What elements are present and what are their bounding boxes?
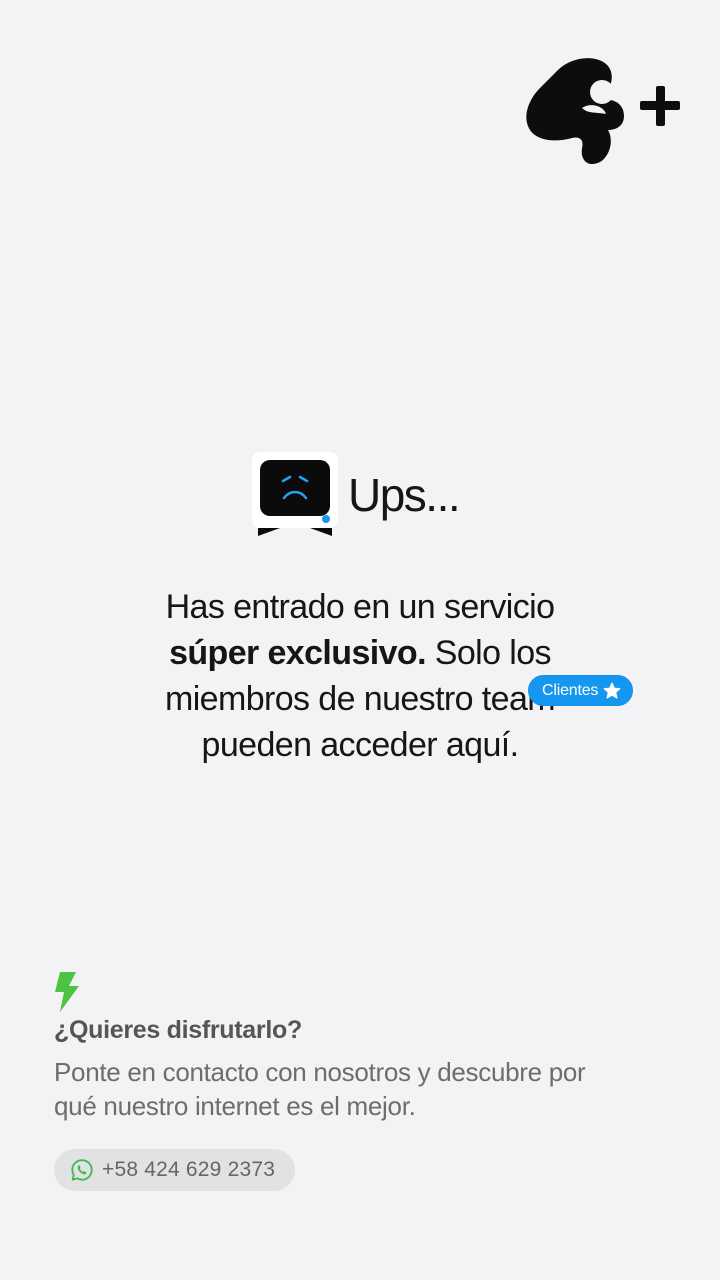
whatsapp-icon	[71, 1159, 93, 1181]
whatsapp-contact-button[interactable]: +58 424 629 2373	[54, 1149, 296, 1191]
contact-description: Ponte en contacto con nosotros y descubr…	[54, 1057, 586, 1121]
message-line-2: súper exclusivo. Solo los	[0, 630, 720, 676]
message-emphasis: súper exclusivo.	[169, 634, 426, 672]
brand-logo	[526, 58, 680, 165]
sad-tv-icon	[252, 452, 338, 536]
message-line-4: pueden acceder aquí.	[201, 726, 520, 764]
clientes-badge: Clientes	[528, 675, 634, 706]
hero-heading: Ups...	[348, 469, 461, 521]
phone-number: +58 424 629 2373	[102, 1158, 276, 1181]
star-icon	[603, 682, 621, 698]
contact-title: ¿Quieres disfrutarlo?	[54, 1016, 302, 1044]
contact-section: ¿Quieres disfrutarlo? Ponte en contacto …	[54, 972, 674, 1191]
message-line-1: Has entrado en un servicio	[165, 588, 555, 626]
hero-heading-row: Ups...	[250, 450, 461, 540]
clientes-badge-label: Clientes	[542, 681, 599, 699]
message-line-2-rest: Solo los	[425, 634, 552, 672]
lightning-bolt-icon	[55, 972, 79, 1012]
